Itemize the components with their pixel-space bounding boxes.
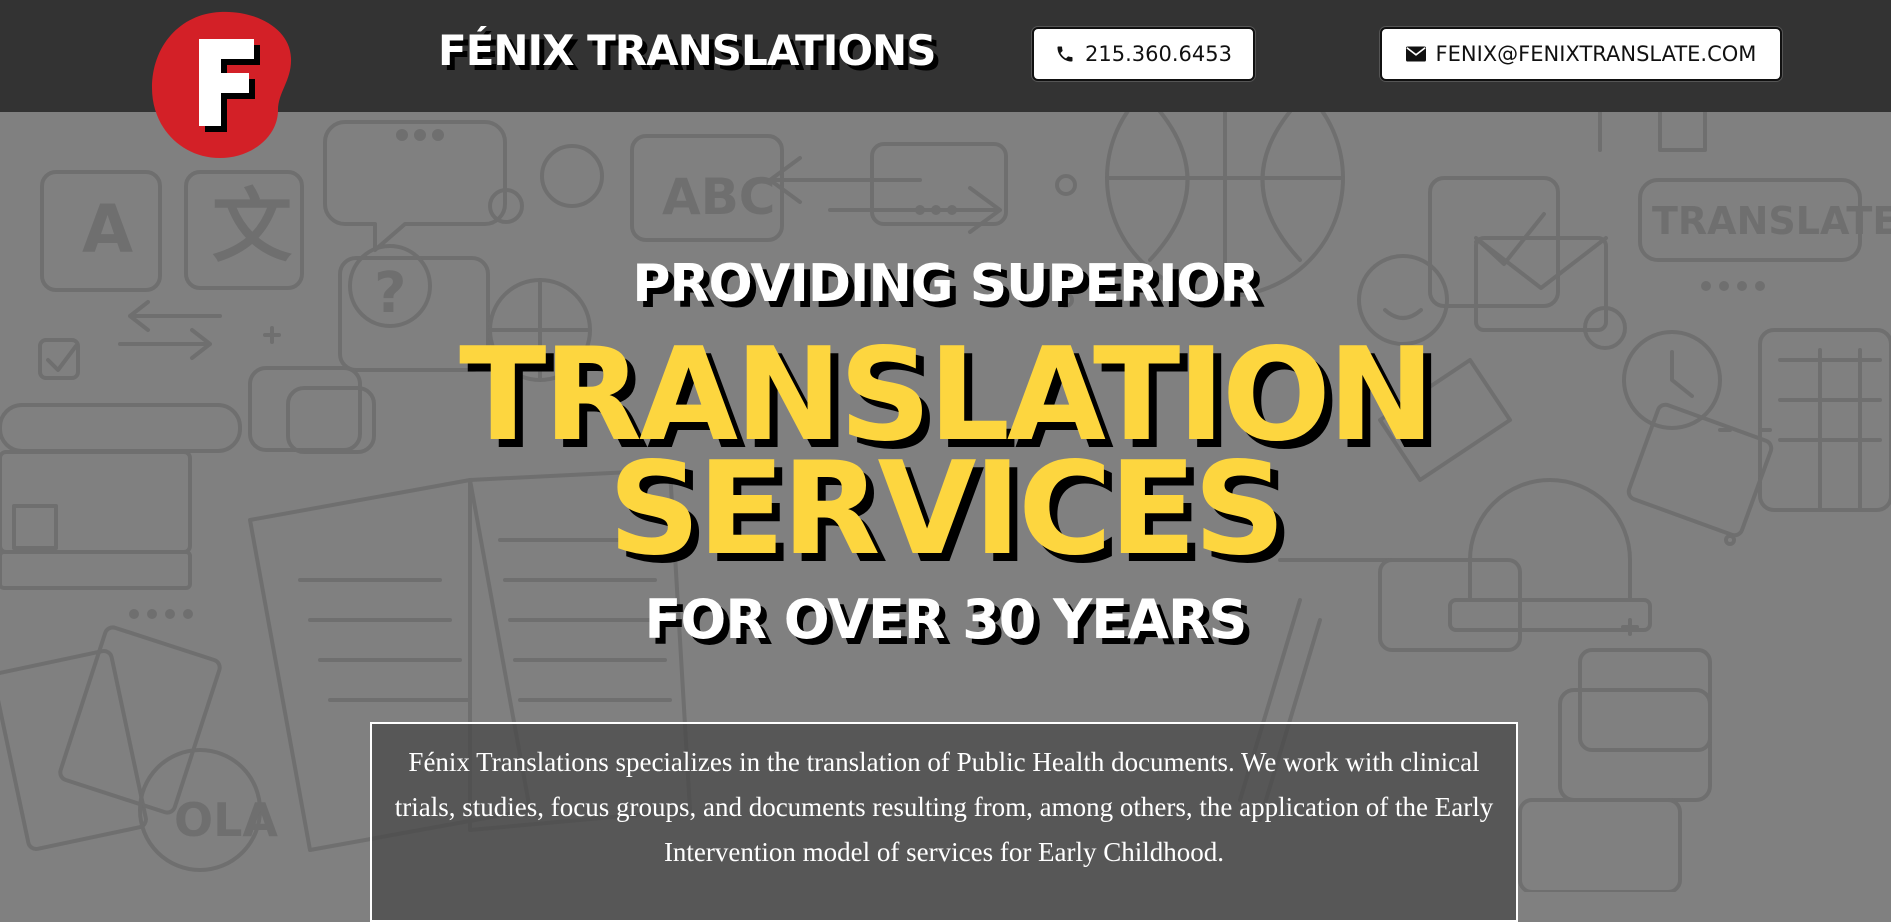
email-address: FENIX@FENIXTRANSLATE.COM <box>1435 42 1757 66</box>
phone-button[interactable]: 215.360.6453 <box>1032 27 1255 81</box>
phone-number: 215.360.6453 <box>1085 42 1232 66</box>
doodle-abc: ABC <box>662 168 776 226</box>
envelope-icon <box>1405 46 1426 62</box>
doodle-translate: TRANSLATE... <box>1652 199 1891 243</box>
hero-line-services: SERVICES <box>608 435 1285 584</box>
site-title[interactable]: FÉNIX TRANSLATIONS <box>438 26 936 75</box>
description-box: Fénix Translations specializes in the tr… <box>370 722 1518 922</box>
email-button[interactable]: FENIX@FENIXTRANSLATE.COM <box>1380 27 1782 81</box>
fenix-logo[interactable] <box>150 10 294 160</box>
hero-line-providing: PROVIDING SUPERIOR <box>632 254 1259 314</box>
description-text: Fénix Translations specializes in the tr… <box>394 747 1494 867</box>
phone-icon <box>1055 44 1075 64</box>
doodle-ola: OLA <box>174 793 278 847</box>
hero-line-years: FOR OVER 30 YEARS <box>644 588 1248 651</box>
